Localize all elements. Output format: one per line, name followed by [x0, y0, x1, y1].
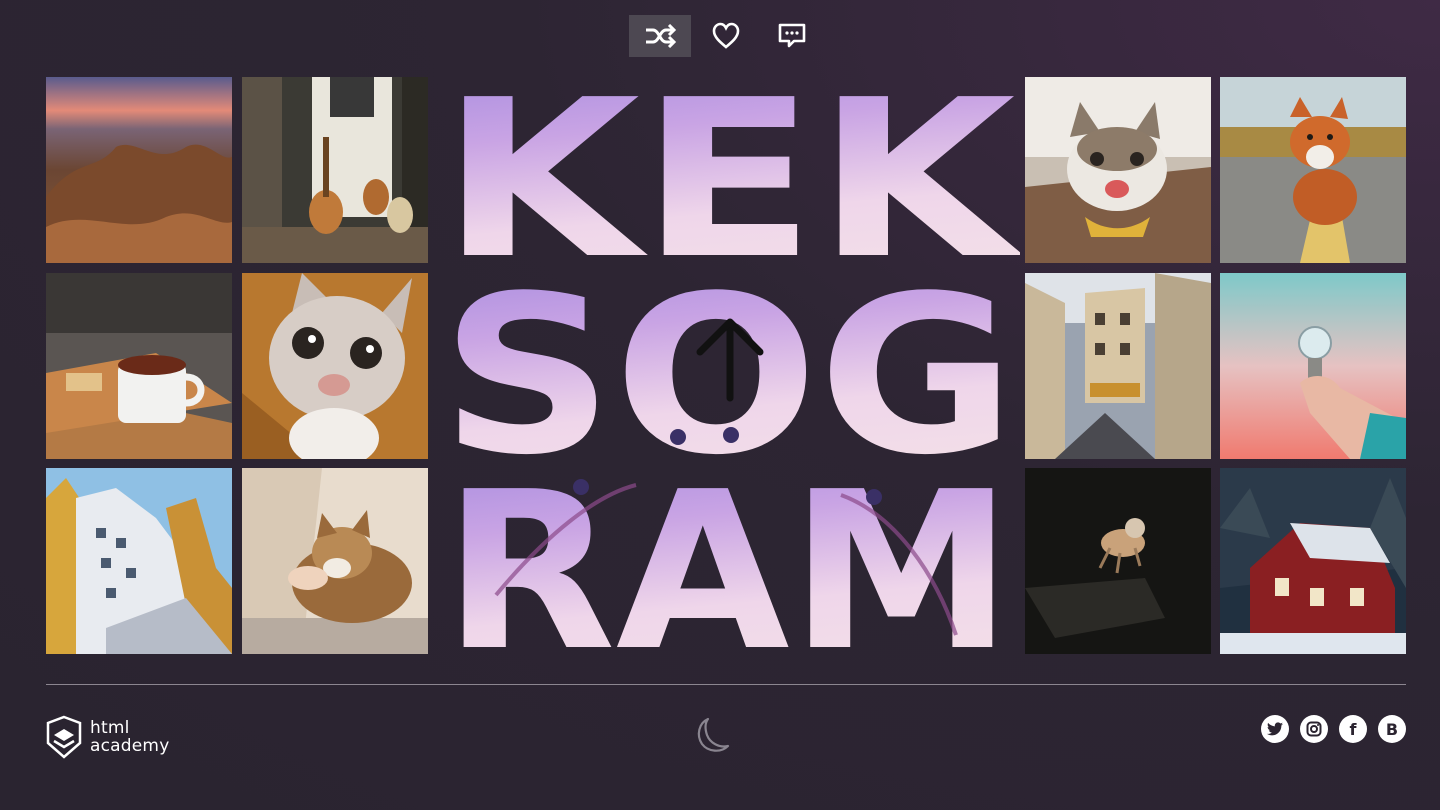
logo-line-3: RAM [443, 446, 1013, 655]
brand-text: html academy [90, 719, 169, 755]
brand-line-2: academy [90, 736, 170, 756]
shuffle-filter-button[interactable] [629, 15, 691, 57]
photo-cat-petted [242, 468, 428, 654]
photo-thumb-cat-dark[interactable] [1025, 468, 1211, 654]
favorites-filter-button[interactable] [695, 15, 757, 57]
photo-lightbulb [1220, 273, 1406, 459]
photo-paris [1025, 273, 1211, 459]
photo-cat-dark [1025, 468, 1211, 654]
heart-icon [712, 22, 740, 49]
arrow-up-icon [696, 318, 764, 402]
shuffle-icon [646, 24, 677, 48]
photo-thumb-desert[interactable] [46, 77, 232, 263]
upload-button[interactable] [692, 312, 768, 408]
brand-line-1: html [90, 718, 130, 738]
facebook-link[interactable]: f [1339, 715, 1367, 743]
photo-thumb-building[interactable] [46, 468, 232, 654]
academy-shield-icon [46, 715, 82, 759]
comments-filter-button[interactable] [761, 15, 823, 57]
photo-happy-cat [1025, 77, 1211, 263]
photo-building [46, 468, 232, 654]
facebook-icon: f [1349, 719, 1357, 739]
footer-divider [46, 684, 1406, 685]
theme-toggle-button[interactable] [692, 715, 732, 755]
instagram-icon [1306, 721, 1322, 737]
moon-icon [697, 717, 730, 752]
photo-tea [46, 273, 232, 459]
photo-cat-closeup [242, 273, 428, 459]
vk-link[interactable]: B [1378, 715, 1406, 743]
twitter-icon [1267, 722, 1283, 736]
photo-thumb-lightbulb[interactable] [1220, 273, 1406, 459]
social-links: f B [1261, 715, 1406, 743]
twitter-link[interactable] [1261, 715, 1289, 743]
photo-thumb-cat-closeup[interactable] [242, 273, 428, 459]
photo-thumb-fox[interactable] [1220, 77, 1406, 263]
photo-thumb-guitars[interactable] [242, 77, 428, 263]
comment-icon [778, 23, 806, 48]
photo-thumb-red-house[interactable] [1220, 468, 1406, 654]
photo-thumb-tea[interactable] [46, 273, 232, 459]
photo-desert [46, 77, 232, 263]
photo-red-house [1220, 468, 1406, 654]
photo-guitars [242, 77, 428, 263]
photo-thumb-paris[interactable] [1025, 273, 1211, 459]
html-academy-logo[interactable]: html academy [46, 715, 169, 759]
filter-bar [629, 15, 823, 57]
instagram-link[interactable] [1300, 715, 1328, 743]
vk-icon: B [1385, 719, 1399, 739]
photo-thumb-cat-petted[interactable] [242, 468, 428, 654]
photo-thumb-happy-cat[interactable] [1025, 77, 1211, 263]
photo-fox [1220, 77, 1406, 263]
